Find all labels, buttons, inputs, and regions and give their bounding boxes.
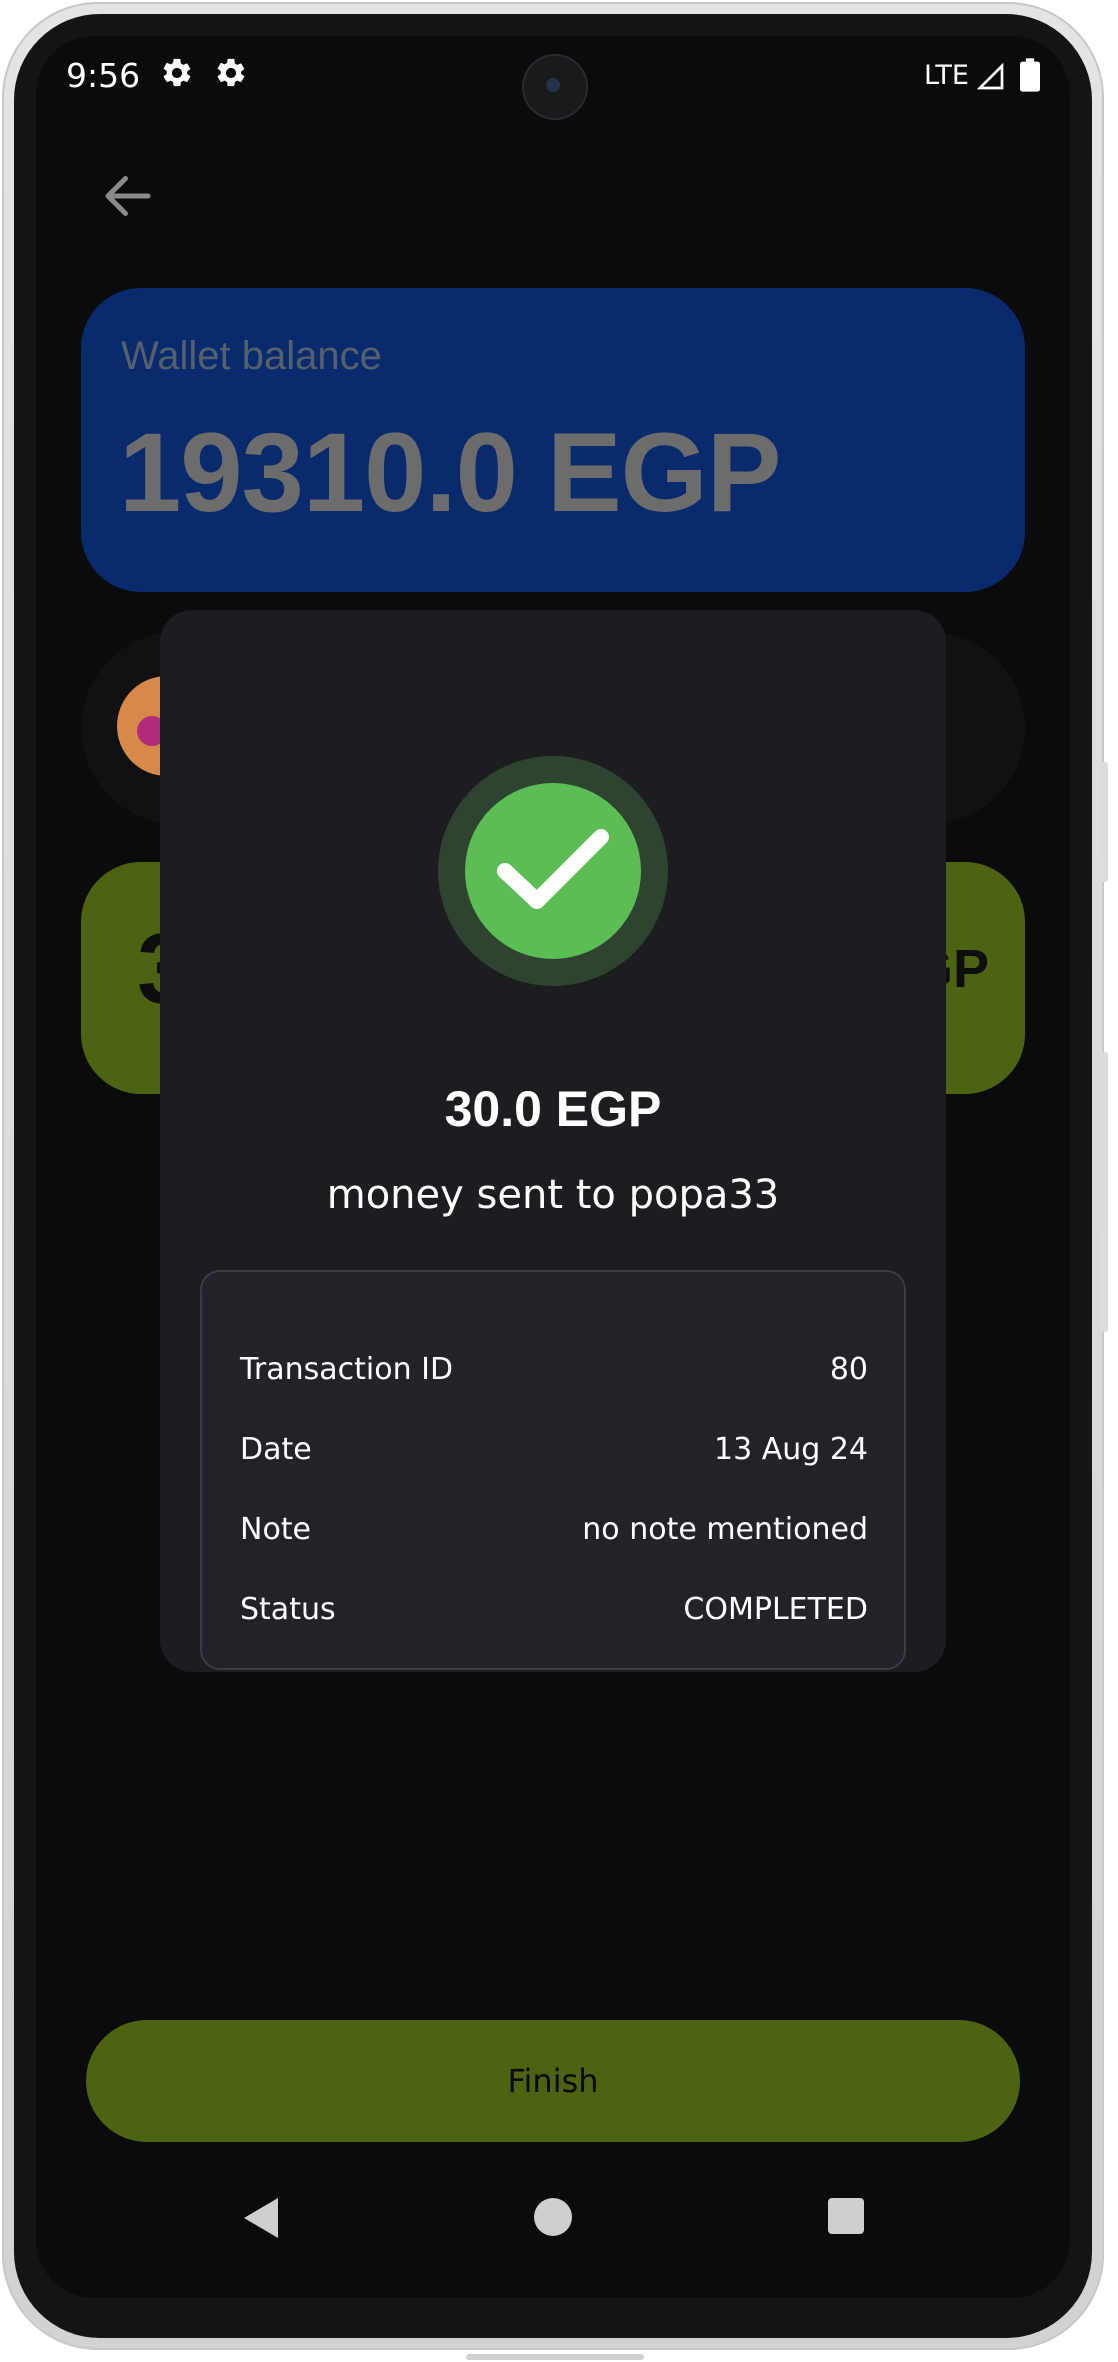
detail-row-status: Status COMPLETED <box>240 1592 868 1636</box>
detail-row-note: Note no note mentioned <box>240 1512 868 1556</box>
power-button <box>1100 1052 1108 1332</box>
detail-value: 13 Aug 24 <box>714 1432 868 1467</box>
settings-gear-icon <box>217 58 245 87</box>
nav-home-icon[interactable] <box>534 2198 572 2236</box>
check-icon <box>497 829 609 909</box>
battery-icon <box>1020 58 1040 92</box>
nav-recents-icon[interactable] <box>828 2198 864 2234</box>
detail-value: COMPLETED <box>683 1592 868 1627</box>
detail-value: 80 <box>829 1352 868 1387</box>
home-indicator <box>466 2354 644 2360</box>
detail-row-date: Date 13 Aug 24 <box>240 1432 868 1476</box>
settings-gear-icon <box>163 58 191 87</box>
sent-message: money sent to popa33 <box>326 1172 780 1218</box>
status-bar: 9:56 LTE <box>36 36 1070 120</box>
front-camera <box>522 54 588 120</box>
wallet-balance-card: Wallet balance 19310.0 EGP <box>81 288 1025 592</box>
detail-key: Note <box>240 1512 312 1547</box>
detail-row-transaction-id: Transaction ID 80 <box>240 1352 868 1396</box>
system-nav-bar <box>36 2178 1070 2278</box>
nav-back-icon[interactable] <box>240 2196 280 2240</box>
success-dialog: 30.0 EGP money sent to popa33 Transactio… <box>160 610 946 1672</box>
success-badge <box>438 756 668 986</box>
signal-icon <box>976 62 1004 90</box>
status-time: 9:56 <box>66 56 141 95</box>
detail-key: Status <box>240 1592 336 1627</box>
arrow-left-icon[interactable] <box>98 166 158 226</box>
wallet-balance-label: Wallet balance <box>121 334 382 378</box>
detail-value: no note mentioned <box>582 1512 868 1547</box>
transaction-details: Transaction ID 80 Date 13 Aug 24 Note no… <box>200 1270 906 1670</box>
sent-amount: 30.0 EGP <box>444 1081 662 1137</box>
app-screen: 9:56 LTE Wallet balance 19310.0 EGP 3 GP <box>36 36 1070 2298</box>
wallet-balance-amount: 19310.0 EGP <box>119 410 781 535</box>
detail-key: Transaction ID <box>240 1352 454 1387</box>
volume-button <box>1100 762 1108 882</box>
success-circle <box>465 783 641 959</box>
network-type: LTE <box>924 60 969 91</box>
detail-key: Date <box>240 1432 312 1467</box>
finish-button[interactable]: Finish <box>86 2020 1020 2142</box>
